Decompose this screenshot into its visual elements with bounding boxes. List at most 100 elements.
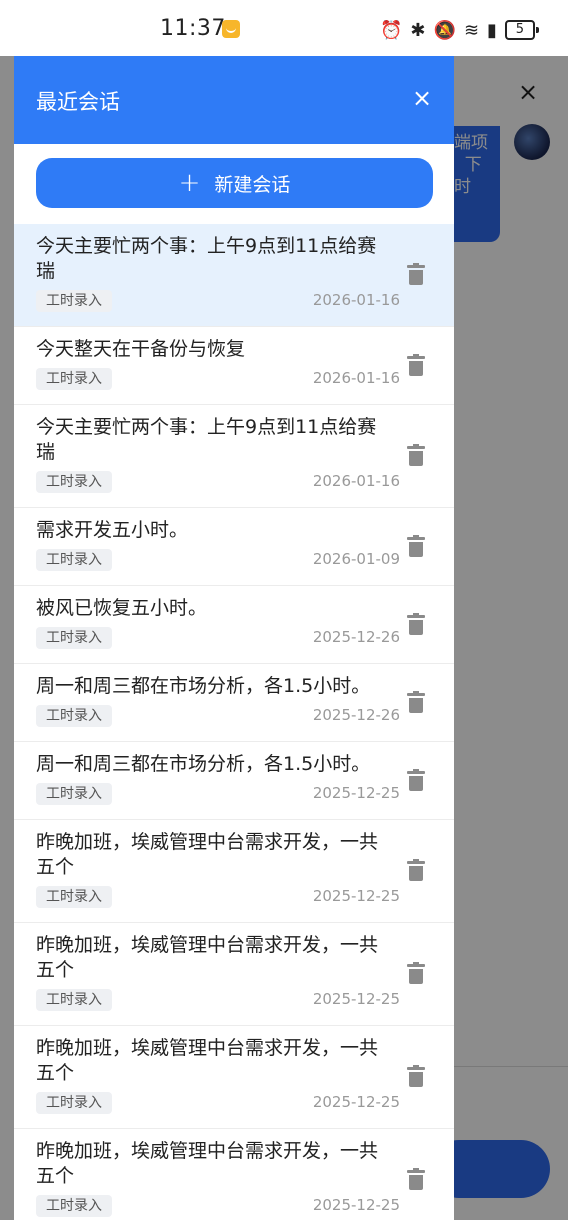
session-item[interactable]: 被风已恢复五小时。 工时录入 2025-12-26 xyxy=(14,586,454,664)
session-title: 被风已恢复五小时。 xyxy=(36,597,208,619)
session-meta: 工时录入 2025-12-25 xyxy=(36,884,400,910)
session-meta: 工时录入 2025-12-25 xyxy=(36,1090,400,1116)
session-title: 需求开发五小时。 xyxy=(36,519,189,541)
session-list: 今天主要忙两个事：上午9点到11点给赛瑞 工时录入 2026-01-16 今天整天在干… xyxy=(14,224,454,1220)
sim-icon: ▮ xyxy=(487,19,497,41)
session-meta: 工时录入 2026-01-16 xyxy=(36,288,400,314)
session-date: 2025-12-26 xyxy=(312,706,400,724)
session-title: 昨晚加班，埃威管理中台需求开发，一共五个 xyxy=(36,1037,379,1084)
session-meta: 工时录入 2026-01-09 xyxy=(36,547,400,573)
trash-icon[interactable] xyxy=(407,1065,425,1087)
drawer-header: 最近会话 × xyxy=(14,56,454,144)
drawer-title: 最近会话 xyxy=(36,90,120,114)
recent-sessions-drawer: 最近会话 × + 新建会话 今天主要忙两个事：上午9点到11点给赛瑞 工时录入 20… xyxy=(14,56,454,1220)
trash-icon[interactable] xyxy=(407,859,425,881)
trash-lid xyxy=(407,768,425,774)
trash-icon[interactable] xyxy=(407,444,425,466)
phone-screen: 11:37 ⏰ ✱ 🔕 ≋ ▮ 5 × 端项 下 时 最近会话 × + 新建会话… xyxy=(0,0,568,1220)
session-tag: 工时录入 xyxy=(36,290,112,312)
session-item[interactable]: 今天整天在干备份与恢复 工时录入 2026-01-16 xyxy=(14,327,454,405)
trash-can xyxy=(409,451,423,466)
session-item[interactable]: 昨晚加班，埃威管理中台需求开发，一共五个工时录入 2025-12-25 xyxy=(14,820,454,923)
trash-lid xyxy=(407,612,425,618)
trash-can xyxy=(409,360,423,376)
session-tag: 工时录入 xyxy=(36,549,112,571)
alarm-icon: ⏰ xyxy=(380,19,403,41)
session-title: 今天整天在干备份与恢复 xyxy=(36,338,246,360)
session-tag: 工时录入 xyxy=(36,1092,112,1114)
session-date: 2025-12-25 xyxy=(312,784,400,802)
wifi-icon: ≋ xyxy=(463,19,480,41)
session-tag: 工时录入 xyxy=(36,705,112,727)
trash-lid xyxy=(407,353,425,359)
trash-can xyxy=(409,1072,423,1087)
session-tag: 工时录入 xyxy=(36,783,112,805)
session-tag: 工时录入 xyxy=(36,471,112,493)
trash-icon[interactable] xyxy=(407,1168,425,1190)
session-meta: 工时录入 2025-12-26 xyxy=(36,703,400,729)
trash-icon[interactable] xyxy=(407,353,425,376)
status-time: 11:37 xyxy=(160,16,226,41)
session-tag: 工时录入 xyxy=(36,368,112,390)
trash-can xyxy=(409,697,423,713)
session-title: 昨晚加班，埃威管理中台需求开发，一共五个 xyxy=(36,831,379,878)
session-item[interactable]: 需求开发五小时。 工时录入 2026-01-09 xyxy=(14,508,454,586)
trash-lid xyxy=(407,534,425,540)
session-meta: 工时录入 2025-12-25 xyxy=(36,987,400,1013)
session-title: 昨晚加班，埃威管理中台需求开发，一共五个 xyxy=(36,1140,379,1187)
trash-lid xyxy=(407,690,425,696)
status-icons: ⏰ ✱ 🔕 ≋ ▮ 5 xyxy=(380,18,539,42)
plus-icon: + xyxy=(178,168,201,198)
session-item[interactable]: 昨晚加班，埃威管理中台需求开发，一共五个工时录入 2025-12-25 xyxy=(14,923,454,1026)
session-date: 2026-01-09 xyxy=(312,550,400,568)
trash-icon[interactable] xyxy=(407,263,425,285)
session-date: 2025-12-25 xyxy=(312,990,400,1008)
trash-icon[interactable] xyxy=(407,690,425,713)
session-item[interactable]: 今天主要忙两个事：上午9点到11点给赛瑞工时录入 2026-01-16 xyxy=(14,224,454,327)
trash-icon[interactable] xyxy=(407,612,425,635)
new-chat-button[interactable]: + 新建会话 xyxy=(36,158,433,208)
notification-app-icon xyxy=(222,20,240,38)
trash-can xyxy=(409,619,423,635)
trash-can xyxy=(409,270,423,285)
trash-can xyxy=(409,969,423,984)
session-item[interactable]: 周一和周三都在市场分析，各1.5小时。 工时录入 2025-12-26 xyxy=(14,664,454,742)
session-item[interactable]: 昨晚加班，埃威管理中台需求开发，一共五个工时录入 2025-12-25 xyxy=(14,1026,454,1129)
session-item[interactable]: 昨晚加班，埃威管理中台需求开发，一共五个工时录入 2025-12-25 xyxy=(14,1129,454,1220)
status-bar: 11:37 ⏰ ✱ 🔕 ≋ ▮ 5 xyxy=(0,0,568,56)
trash-lid xyxy=(407,859,425,864)
session-meta: 工时录入 2025-12-25 xyxy=(36,781,400,807)
trash-icon[interactable] xyxy=(407,768,425,791)
trash-lid xyxy=(407,263,425,268)
session-title: 昨晚加班，埃威管理中台需求开发，一共五个 xyxy=(36,934,379,981)
session-title: 今天主要忙两个事：上午9点到11点给赛瑞 xyxy=(36,235,377,282)
trash-lid xyxy=(407,1168,425,1173)
trash-can xyxy=(409,775,423,791)
trash-icon[interactable] xyxy=(407,534,425,557)
session-meta: 工时录入 2025-12-25 xyxy=(36,1193,400,1219)
trash-can xyxy=(409,541,423,557)
session-title: 周一和周三都在市场分析，各1.5小时。 xyxy=(36,753,371,775)
trash-can xyxy=(409,1175,423,1190)
session-date: 2026-01-16 xyxy=(312,472,400,490)
session-tag: 工时录入 xyxy=(36,989,112,1011)
session-item[interactable]: 周一和周三都在市场分析，各1.5小时。 工时录入 2025-12-25 xyxy=(14,742,454,820)
session-date: 2026-01-16 xyxy=(312,369,400,387)
trash-icon[interactable] xyxy=(407,962,425,984)
session-tag: 工时录入 xyxy=(36,627,112,649)
close-icon[interactable]: × xyxy=(410,86,434,110)
new-chat-label: 新建会话 xyxy=(214,173,291,196)
session-meta: 工时录入 2026-01-16 xyxy=(36,469,400,495)
session-date: 2025-12-26 xyxy=(312,628,400,646)
session-title: 今天主要忙两个事：上午9点到11点给赛瑞 xyxy=(36,416,377,463)
trash-lid xyxy=(407,444,425,449)
session-meta: 工时录入 2025-12-26 xyxy=(36,625,400,651)
mute-icon: 🔕 xyxy=(433,19,456,41)
session-date: 2025-12-25 xyxy=(312,1196,400,1214)
session-tag: 工时录入 xyxy=(36,886,112,908)
bluetooth-icon: ✱ xyxy=(410,19,426,41)
session-tag: 工时录入 xyxy=(36,1195,112,1217)
session-date: 2025-12-25 xyxy=(312,887,400,905)
session-item[interactable]: 今天主要忙两个事：上午9点到11点给赛瑞工时录入 2026-01-16 xyxy=(14,405,454,508)
trash-lid xyxy=(407,1065,425,1070)
